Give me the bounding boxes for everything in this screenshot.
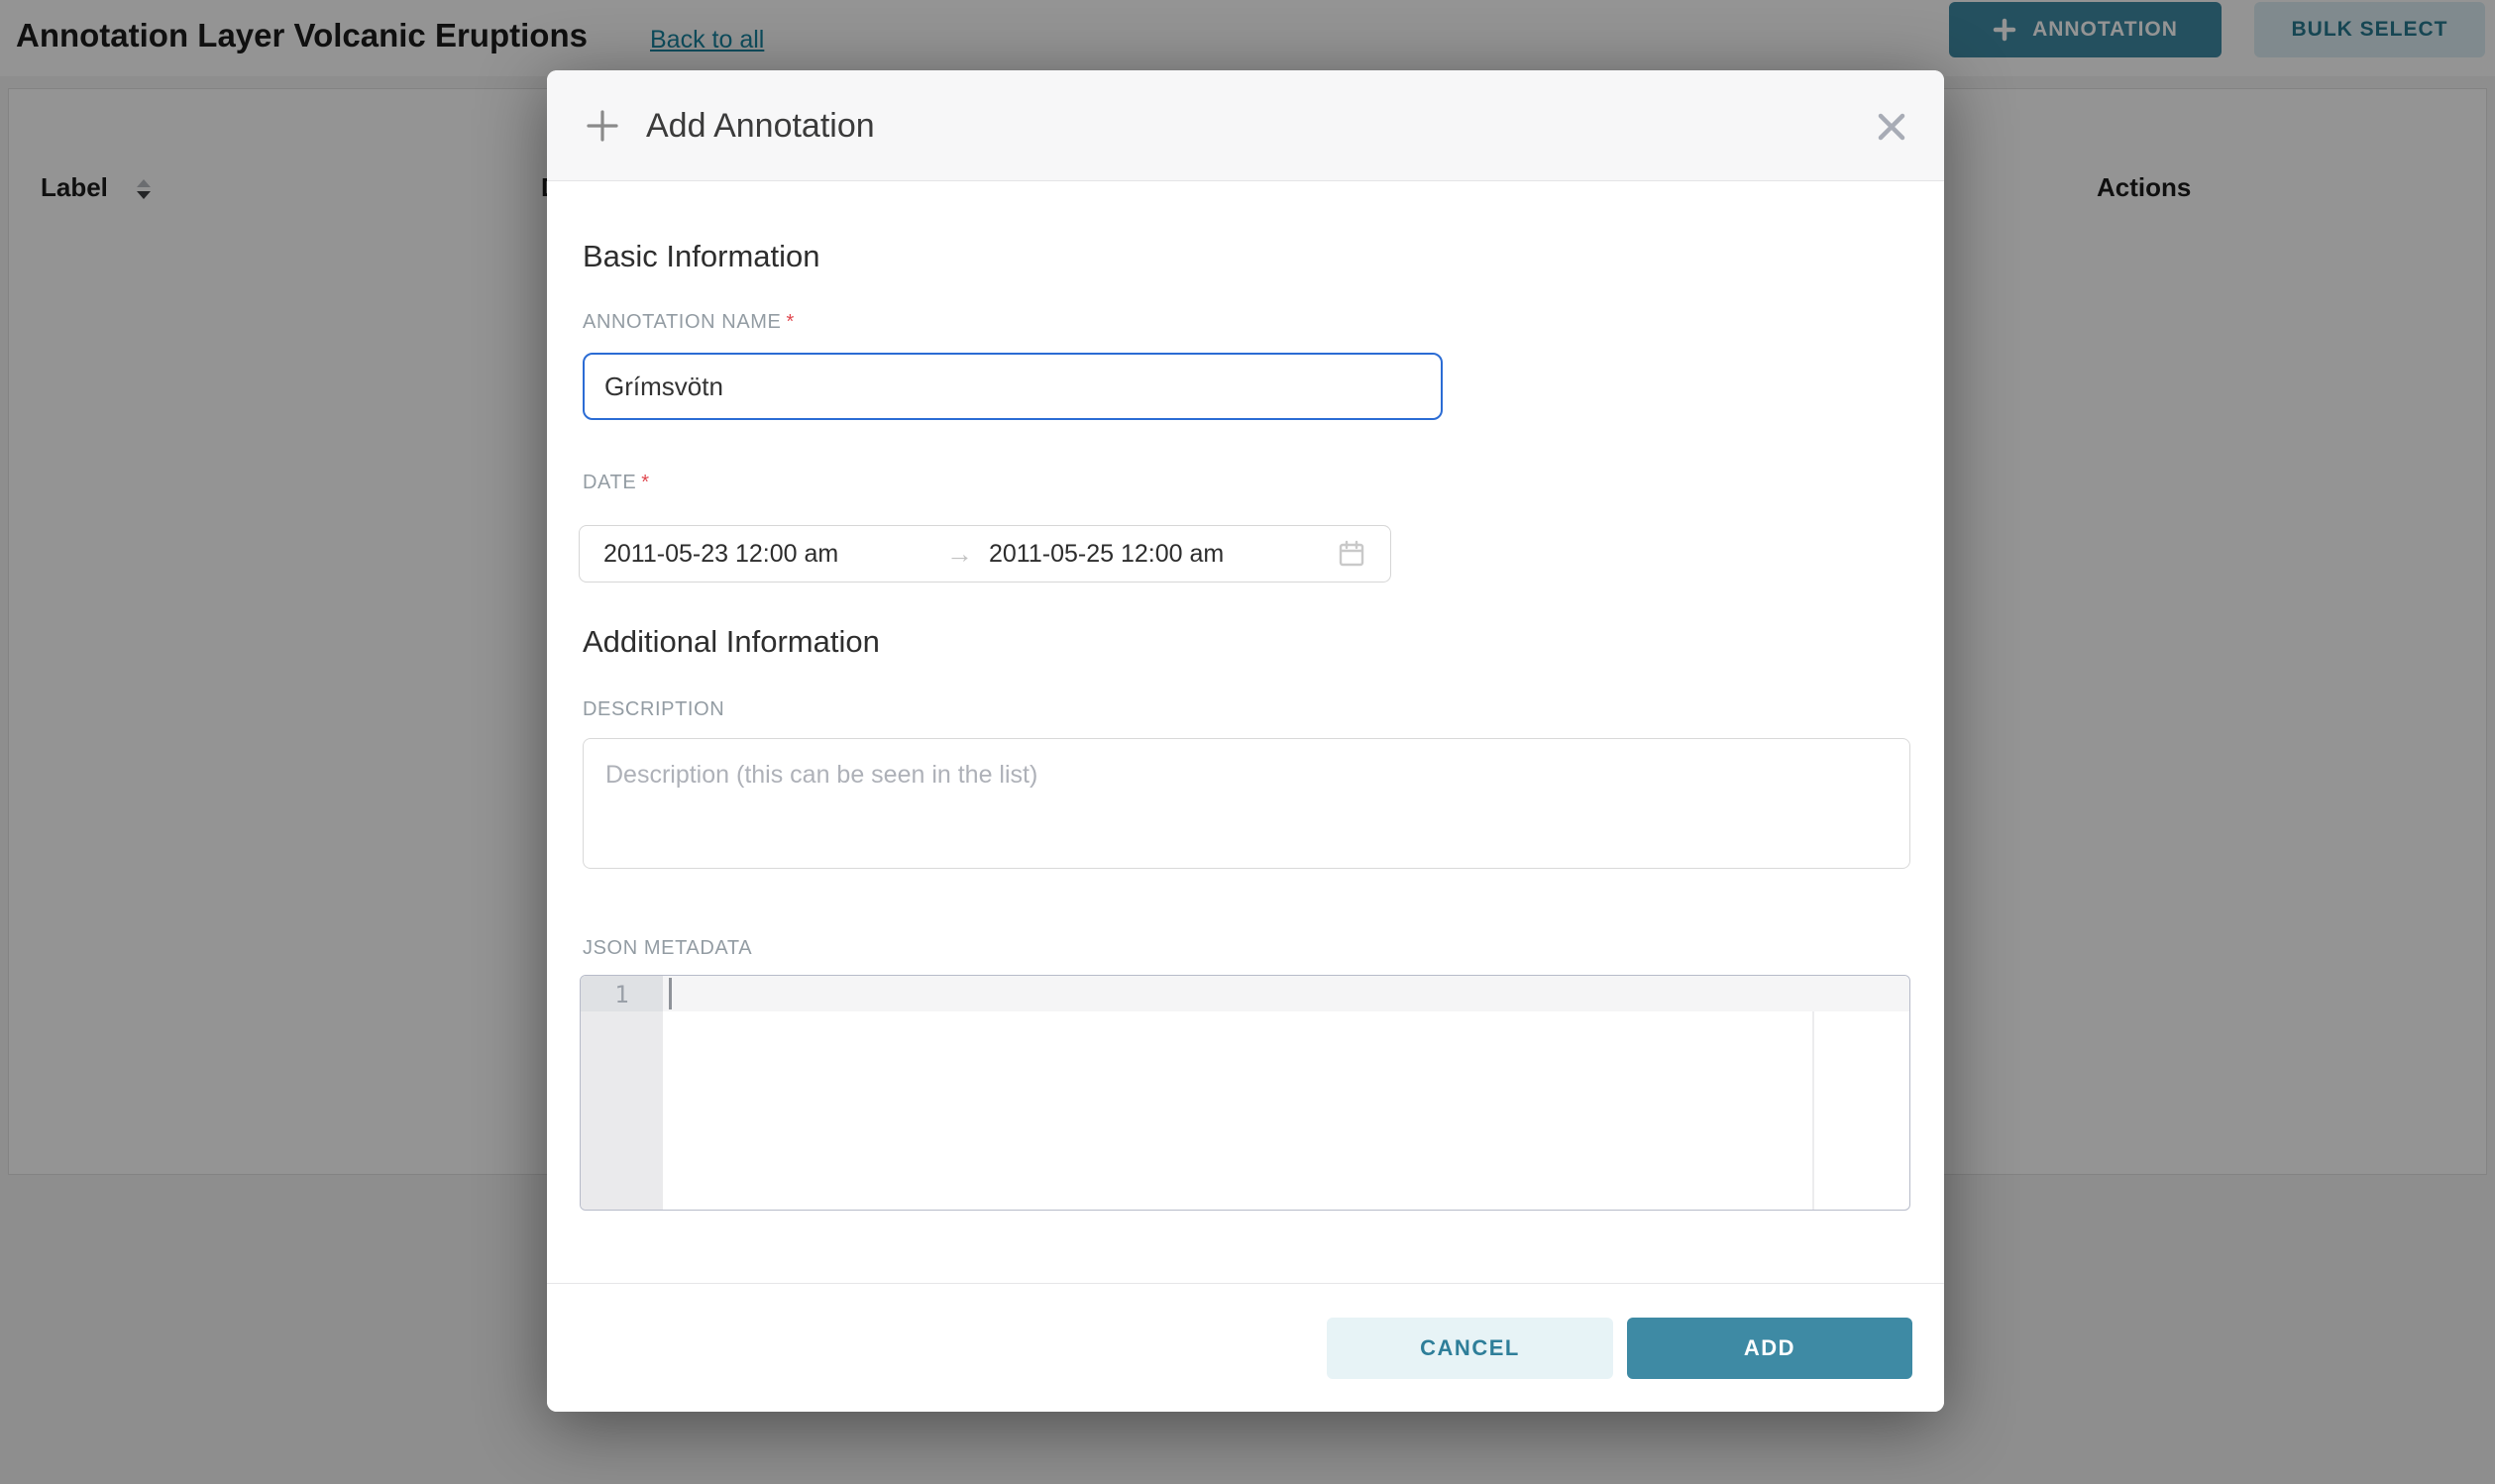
required-asterisk: *	[786, 311, 794, 333]
modal-title: Add Annotation	[646, 104, 875, 148]
required-asterisk: *	[641, 472, 649, 493]
annotation-name-label-text: ANNOTATION NAME	[583, 311, 781, 333]
section-additional-information: Additional Information	[583, 621, 880, 663]
date-label-text: DATE	[583, 472, 636, 493]
json-metadata-label: JSON METADATA	[583, 935, 752, 961]
section-basic-information: Basic Information	[583, 236, 820, 277]
annotation-name-label: ANNOTATION NAME*	[583, 309, 795, 335]
cancel-button[interactable]: CANCEL	[1327, 1318, 1613, 1379]
date-range-picker[interactable]: 2011-05-23 12:00 am → 2011-05-25 12:00 a…	[579, 525, 1391, 583]
description-label: DESCRIPTION	[583, 696, 724, 722]
description-textarea[interactable]	[583, 738, 1910, 869]
calendar-icon	[1337, 539, 1366, 569]
date-end-value[interactable]: 2011-05-25 12:00 am	[989, 540, 1224, 569]
add-button[interactable]: ADD	[1627, 1318, 1912, 1379]
date-start-value[interactable]: 2011-05-23 12:00 am	[603, 540, 881, 569]
plus-icon	[585, 108, 620, 144]
text-cursor	[669, 978, 672, 1009]
modal-body: Basic Information ANNOTATION NAME* DATE*…	[547, 181, 1944, 1283]
active-line-highlight	[663, 976, 1909, 1011]
range-arrow-icon: →	[946, 541, 973, 568]
add-annotation-modal: Add Annotation Basic Information ANNOTAT…	[547, 70, 1944, 1412]
line-number: 1	[581, 980, 663, 1009]
modal-header: Add Annotation	[547, 70, 1944, 181]
date-label: DATE*	[583, 470, 650, 495]
json-metadata-editor[interactable]: 1	[580, 975, 1910, 1211]
modal-footer: CANCEL ADD	[547, 1283, 1944, 1412]
close-icon[interactable]	[1873, 108, 1910, 146]
annotation-name-input[interactable]	[583, 353, 1443, 420]
